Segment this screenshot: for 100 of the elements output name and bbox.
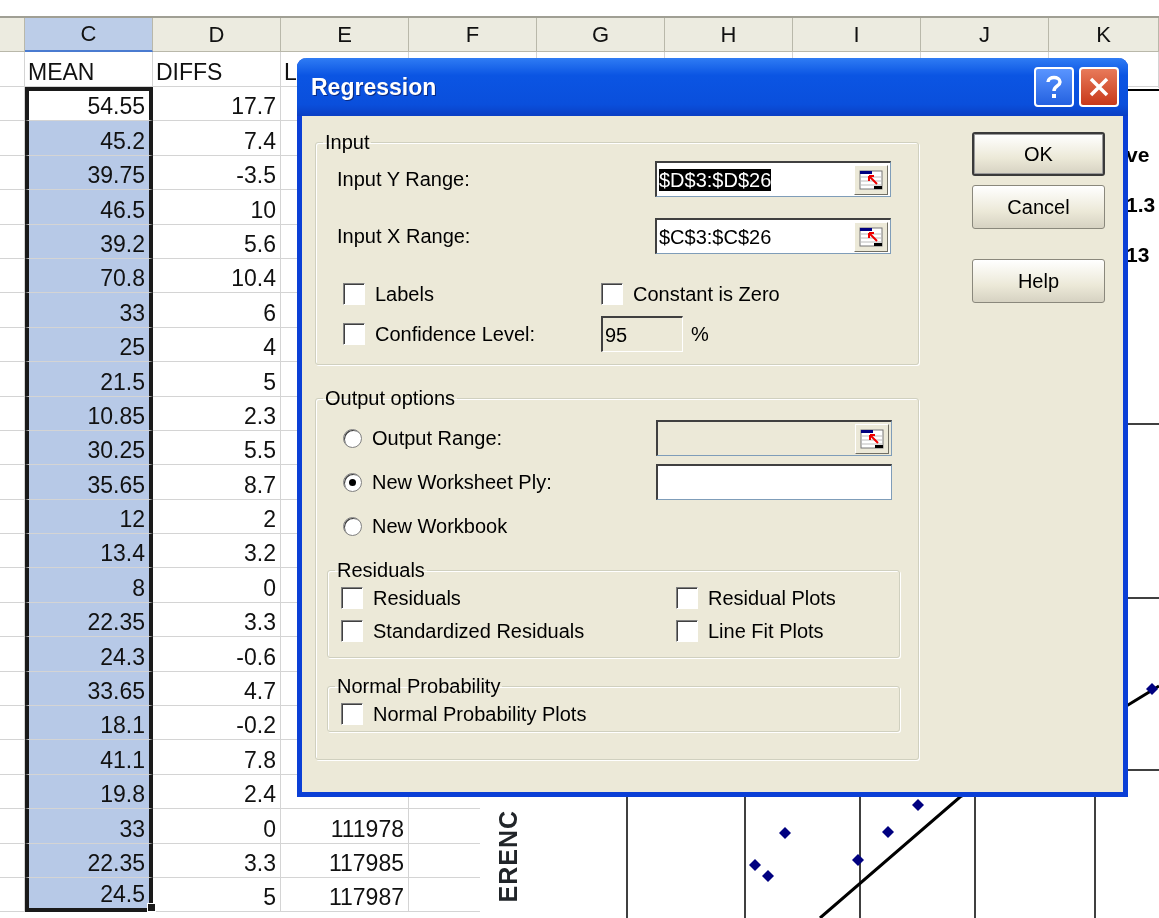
table-cell: 33.65 (25, 671, 153, 707)
table-cell: 13.4 (25, 534, 153, 569)
table-cell: 17.7 (153, 87, 281, 122)
column-header[interactable]: K (1049, 18, 1159, 52)
table-cell: 117985 (281, 843, 409, 878)
range-picker-button[interactable] (854, 164, 888, 195)
data-point (779, 827, 791, 839)
table-cell: 41.1 (25, 740, 153, 775)
radio-label[interactable]: New Workbook (372, 514, 656, 538)
range-select-icon (859, 226, 883, 247)
data-point (762, 870, 774, 882)
chart-label: 1.3 (1126, 194, 1156, 215)
table-cell: 2 (153, 499, 281, 535)
column-header[interactable]: E (281, 18, 409, 52)
table-cell: 7.4 (153, 121, 281, 156)
corner-cell (0, 18, 25, 52)
group-label: Output options (324, 388, 457, 408)
table-cell: 5.5 (153, 430, 281, 466)
data-point (852, 854, 864, 866)
table-cell: 4.7 (153, 671, 281, 707)
table-cell: 3.3 (153, 602, 281, 638)
table-cell: -0.6 (153, 637, 281, 672)
checkbox-label[interactable]: Labels (375, 282, 434, 306)
table-cell: 5 (153, 362, 281, 397)
data-point (749, 859, 761, 871)
column-header[interactable]: H (665, 18, 793, 52)
range-field[interactable] (656, 464, 892, 500)
radio-label[interactable]: New Worksheet Ply: (372, 470, 656, 494)
radio-label[interactable]: Output Range: (372, 426, 656, 450)
radio-button[interactable] (343, 428, 362, 448)
table-cell: 33 (25, 293, 153, 328)
table-cell: 70.8 (25, 258, 153, 294)
table-cell: 35.65 (25, 465, 153, 500)
table-cell: 19.8 (25, 774, 153, 810)
range-field[interactable]: $D$3:$D$26 (655, 161, 891, 197)
dialog-button[interactable]: Help (972, 259, 1105, 303)
checkbox[interactable] (341, 620, 363, 642)
close-icon (1088, 76, 1110, 98)
table-cell: 39.2 (25, 224, 153, 259)
table-cell: 117987 (281, 878, 409, 913)
dialog-button[interactable]: OK (972, 132, 1105, 176)
table-cell: 30.25 (25, 430, 153, 466)
column-header[interactable]: J (921, 18, 1049, 52)
checkbox[interactable] (676, 620, 698, 642)
table-cell: 3.3 (153, 843, 281, 878)
checkbox[interactable] (601, 283, 623, 305)
table-cell: -3.5 (153, 155, 281, 191)
column-header[interactable]: G (537, 18, 665, 52)
empty-cell (0, 87, 25, 122)
help-icon (1045, 74, 1063, 100)
checkbox[interactable] (341, 587, 363, 609)
table-cell: 18.1 (25, 706, 153, 741)
table-cell: 45.2 (25, 121, 153, 156)
table-cell: 2.4 (153, 774, 281, 810)
unit-label: % (691, 322, 709, 347)
checkbox[interactable] (343, 283, 365, 305)
table-cell: 6 (153, 293, 281, 328)
table-cell: 8 (25, 568, 153, 603)
checkbox-label[interactable]: Constant is Zero (633, 282, 780, 306)
table-cell: 8.7 (153, 465, 281, 500)
checkbox-label[interactable]: Residuals (373, 586, 461, 610)
table-cell: 4 (153, 327, 281, 363)
range-select-icon (860, 428, 884, 449)
table-cell: 21.5 (25, 362, 153, 397)
table-cell: 12 (25, 499, 153, 535)
table-cell: 111978 (281, 809, 409, 844)
group-label: Normal Probability (336, 676, 502, 696)
table-cell: -0.2 (153, 706, 281, 741)
table-cell: 10 (153, 190, 281, 225)
column-header[interactable]: D (153, 18, 281, 52)
table-cell: 10.4 (153, 258, 281, 294)
checkbox-label[interactable]: Standardized Residuals (373, 619, 585, 643)
range-picker-button[interactable] (854, 221, 888, 252)
table-cell: 0 (153, 809, 281, 844)
table-cell: 24.5 (25, 878, 153, 913)
table-cell: 7.8 (153, 740, 281, 775)
table-cell: 46.5 (25, 190, 153, 225)
range-select-icon (859, 169, 883, 190)
checkbox-label[interactable]: Residual Plots (708, 586, 836, 610)
range-field[interactable]: $C$3:$C$26 (655, 218, 891, 254)
group-label: Residuals (336, 560, 426, 580)
close-button[interactable] (1079, 67, 1119, 107)
dialog-button[interactable]: Cancel (972, 185, 1105, 229)
checkbox-label[interactable]: Line Fit Plots (708, 619, 824, 643)
table-cell: 39.75 (25, 155, 153, 191)
column-header[interactable]: I (793, 18, 921, 52)
checkbox[interactable] (676, 587, 698, 609)
help-button[interactable] (1034, 67, 1074, 107)
radio-button[interactable] (343, 516, 362, 536)
table-cell: 3.2 (153, 534, 281, 569)
checkbox-label[interactable]: Normal Probability Plots (373, 702, 587, 726)
header-cell: DIFFS (153, 52, 281, 87)
fill-handle[interactable] (147, 903, 156, 912)
field-label: Input X Range: (337, 224, 472, 249)
checkbox[interactable] (341, 703, 363, 725)
radio-button[interactable] (343, 472, 362, 492)
axis-title: ERENC (496, 810, 521, 903)
column-header[interactable]: F (409, 18, 537, 52)
column-header[interactable]: C (25, 18, 153, 52)
table-cell: 0 (153, 568, 281, 603)
